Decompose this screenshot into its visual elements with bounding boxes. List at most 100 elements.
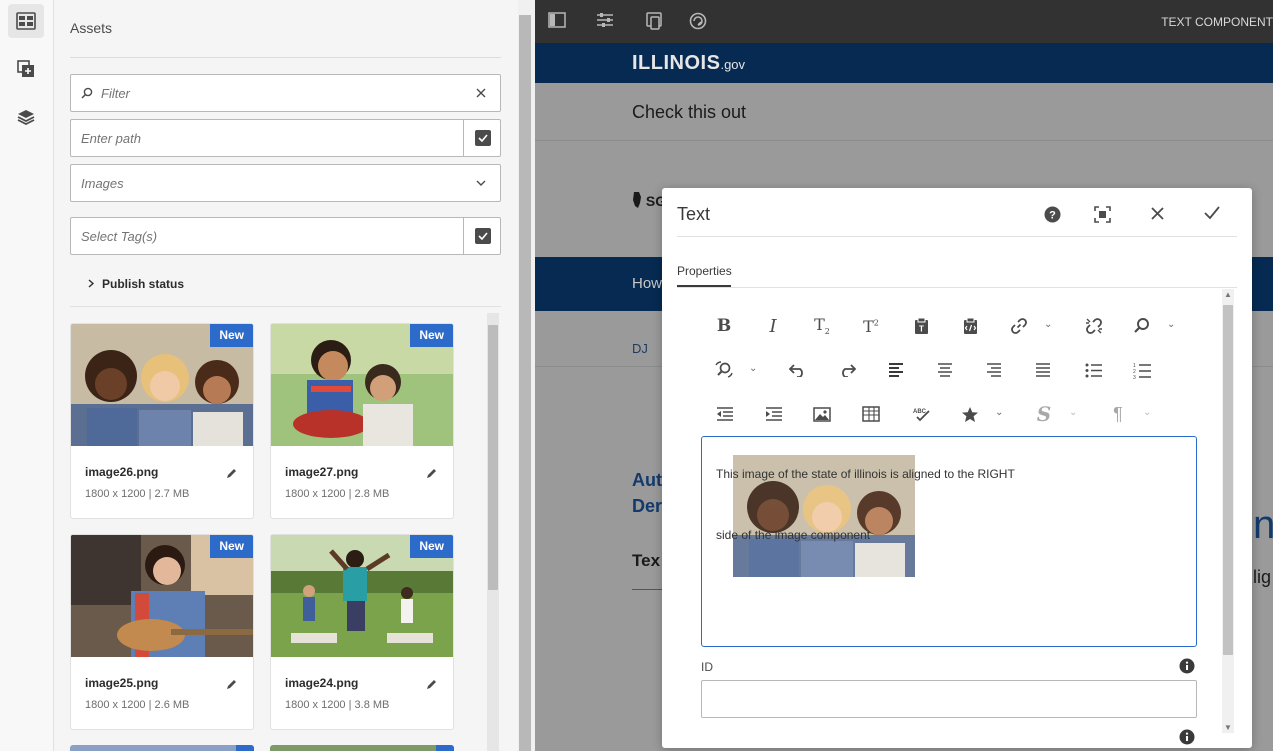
- subscript-icon[interactable]: T2: [808, 312, 836, 340]
- checkmark-icon: [474, 130, 491, 146]
- chevron-down-icon[interactable]: ⌄: [1069, 407, 1077, 418]
- find-icon[interactable]: [1128, 312, 1156, 340]
- tab-properties[interactable]: Properties: [677, 264, 732, 278]
- annotations-icon[interactable]: [689, 12, 707, 35]
- asset-name: image24.png: [285, 676, 359, 690]
- breadcrumb-item[interactable]: DJ: [632, 341, 648, 356]
- panel-resizer[interactable]: [518, 0, 532, 751]
- chevron-down-icon[interactable]: ⌄: [1044, 319, 1052, 330]
- asset-card[interactable]: New image25.png 1800 x 1200 | 2.6 MB: [70, 534, 254, 730]
- editor-text-line: side of the image component: [716, 528, 871, 542]
- tags-input[interactable]: Select Tag(s): [70, 217, 501, 255]
- pencil-icon[interactable]: [226, 466, 237, 484]
- path-picker-button[interactable]: [463, 119, 501, 157]
- undo-icon[interactable]: [784, 356, 812, 384]
- divider: [70, 57, 501, 58]
- asset-type-select[interactable]: Images: [70, 164, 501, 202]
- asset-card-partial[interactable]: [70, 745, 254, 751]
- path-input[interactable]: Enter path: [70, 119, 501, 157]
- chevron-down-icon[interactable]: ⌄: [1143, 407, 1151, 418]
- numbered-list-icon[interactable]: 123: [1128, 356, 1156, 384]
- nav-item[interactable]: How: [632, 275, 662, 292]
- svg-text:T: T: [919, 324, 924, 333]
- redo-icon[interactable]: [833, 356, 861, 384]
- publish-status-label: Publish status: [102, 277, 185, 291]
- align-right-icon[interactable]: [980, 356, 1008, 384]
- breadcrumb: DJ: [632, 341, 648, 356]
- asset-meta: 1800 x 1200 | 2.7 MB: [85, 488, 190, 500]
- clear-icon[interactable]: [462, 88, 500, 98]
- asset-list-scrollbar[interactable]: [487, 313, 499, 751]
- tags-picker-button[interactable]: [463, 217, 501, 255]
- unlink-icon[interactable]: [1080, 312, 1108, 340]
- fullscreen-icon[interactable]: [1094, 206, 1111, 228]
- find-replace-icon[interactable]: [710, 356, 738, 384]
- align-center-icon[interactable]: [931, 356, 959, 384]
- chevron-down-icon: [462, 180, 500, 186]
- resizer-bar[interactable]: [519, 15, 531, 751]
- styles-icon[interactable]: S: [1030, 400, 1058, 428]
- divider: [677, 236, 1237, 237]
- page-properties-icon[interactable]: [596, 12, 614, 33]
- rich-text-editor[interactable]: This image of the state of illinois is a…: [701, 436, 1197, 647]
- new-badge: New: [210, 535, 253, 558]
- emulator-icon[interactable]: [645, 12, 663, 35]
- done-checkmark-icon[interactable]: [1204, 206, 1220, 225]
- italic-icon[interactable]: I: [759, 312, 787, 340]
- asset-card-partial[interactable]: [270, 745, 454, 751]
- align-left-icon[interactable]: [882, 356, 910, 384]
- publish-status-toggle[interactable]: Publish status: [88, 277, 184, 291]
- scroll-up-icon[interactable]: ▲: [1224, 290, 1232, 299]
- table-icon[interactable]: [857, 400, 885, 428]
- asset-card-list: New image26.png 1800 x 1200 | 2.7 MB New…: [70, 312, 485, 751]
- bulleted-list-icon[interactable]: [1079, 356, 1107, 384]
- justify-icon[interactable]: [1029, 356, 1057, 384]
- asset-meta: 1800 x 1200 | 2.6 MB: [85, 699, 190, 711]
- new-badge: New: [210, 324, 253, 347]
- search-icon: [71, 87, 93, 99]
- scroll-thumb[interactable]: [1223, 305, 1233, 655]
- info-icon[interactable]: [1179, 658, 1195, 679]
- link-icon[interactable]: [1005, 312, 1033, 340]
- svg-text:?: ?: [1049, 210, 1056, 222]
- info-icon[interactable]: [1179, 729, 1195, 748]
- pencil-icon[interactable]: [426, 677, 437, 695]
- indent-icon[interactable]: [759, 400, 787, 428]
- paste-text-icon[interactable]: T: [907, 312, 935, 340]
- assets-finder-icon[interactable]: [8, 4, 44, 38]
- partial-text: lig: [1253, 567, 1272, 587]
- pencil-icon[interactable]: [226, 677, 237, 695]
- svg-text:ABC: ABC: [913, 409, 927, 415]
- side-panel-toggle-icon[interactable]: [548, 12, 566, 33]
- outdent-icon[interactable]: [710, 400, 738, 428]
- help-icon[interactable]: ?: [1044, 206, 1061, 228]
- asset-meta: 1800 x 1200 | 3.8 MB: [285, 699, 390, 711]
- asset-card[interactable]: New image24.png 1800 x 1200 | 3.8 MB: [270, 534, 454, 730]
- dialog-scrollbar[interactable]: ▲ ▼: [1222, 289, 1234, 733]
- superscript-icon[interactable]: T2: [857, 312, 885, 340]
- chevron-down-icon[interactable]: ⌄: [1167, 319, 1175, 330]
- asset-thumbnail: New: [271, 324, 453, 446]
- close-icon[interactable]: [1150, 206, 1165, 226]
- id-input[interactable]: [701, 680, 1197, 718]
- chevron-down-icon[interactable]: ⌄: [749, 363, 757, 374]
- scroll-down-icon[interactable]: ▼: [1224, 723, 1232, 732]
- logo-text: ILLINOIS: [632, 52, 721, 74]
- chevron-down-icon[interactable]: ⌄: [995, 407, 1003, 418]
- spellcheck-icon[interactable]: ABC: [907, 400, 935, 428]
- paragraph-format-icon[interactable]: ¶: [1104, 400, 1132, 428]
- partial-heading: n: [1253, 503, 1273, 547]
- asset-name: image25.png: [85, 676, 159, 690]
- scroll-thumb[interactable]: [488, 325, 498, 590]
- bold-icon[interactable]: B: [710, 312, 738, 340]
- components-icon[interactable]: [8, 52, 44, 86]
- image-icon[interactable]: [808, 400, 836, 428]
- pencil-icon[interactable]: [426, 466, 437, 484]
- star-icon[interactable]: [956, 400, 984, 428]
- paste-word-icon[interactable]: [956, 312, 984, 340]
- filter-input[interactable]: Filter: [70, 74, 501, 112]
- assets-panel: Assets Filter Enter path Images Select T…: [54, 0, 518, 751]
- asset-card[interactable]: New image27.png 1800 x 1200 | 2.8 MB: [270, 323, 454, 519]
- content-tree-icon[interactable]: [8, 100, 44, 134]
- asset-card[interactable]: New image26.png 1800 x 1200 | 2.7 MB: [70, 323, 254, 519]
